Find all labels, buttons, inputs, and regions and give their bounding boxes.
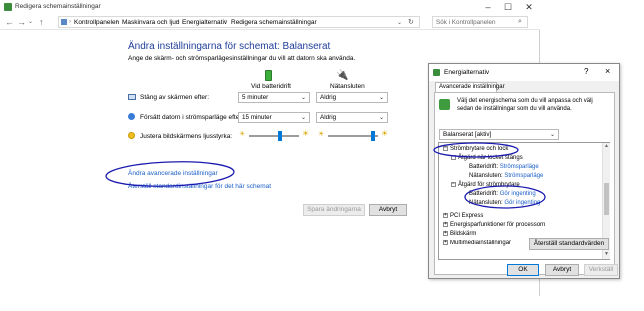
annotation-overlay [105,142,546,209]
annotation-circle-power-button-values [464,185,546,209]
annotation-circle-advanced-link [105,161,235,187]
annotation-circle-tree-heading [433,142,519,158]
